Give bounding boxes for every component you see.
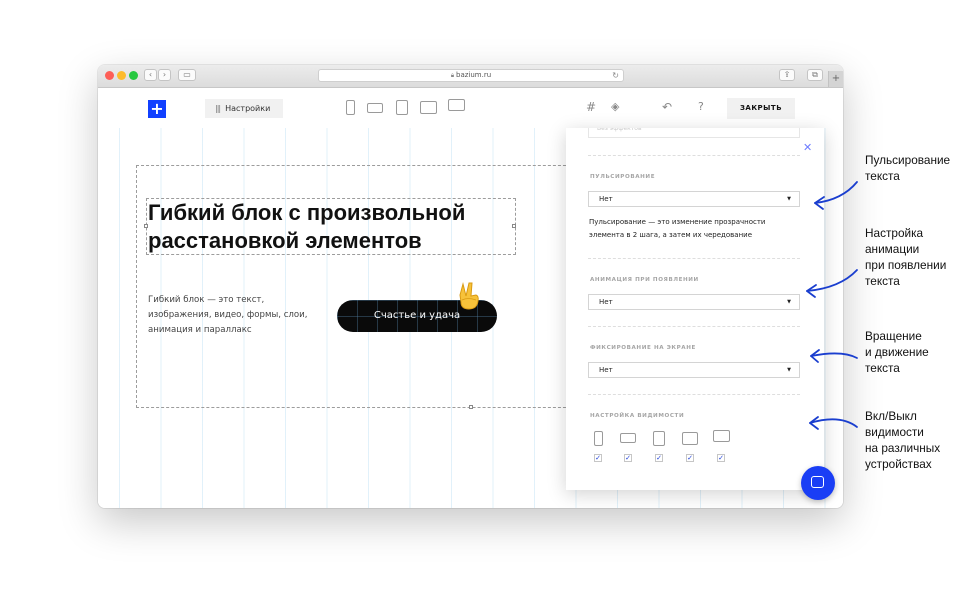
address-bar-url: bazium.ru xyxy=(456,71,492,79)
window-zoom-dot[interactable] xyxy=(129,71,138,80)
phone-portrait-icon xyxy=(594,431,603,446)
phone-landscape-icon xyxy=(620,433,636,443)
window-minimize-dot[interactable] xyxy=(117,71,126,80)
body-text-line: изображения, видео, формы, слои, xyxy=(148,310,308,320)
tabs-overview-icon[interactable]: ⧉ xyxy=(807,69,823,81)
resize-handle[interactable] xyxy=(469,405,473,409)
pulse-select-value: Нет xyxy=(599,195,613,203)
victory-hand-icon xyxy=(459,282,479,310)
visibility-checkbox-phone-portrait[interactable]: ✓ xyxy=(594,454,602,462)
reload-icon[interactable]: ↻ xyxy=(612,70,619,81)
annotation-line: анимации xyxy=(865,242,920,256)
visibility-checkbox-desktop[interactable]: ✓ xyxy=(717,454,725,462)
back-arrow-icon[interactable]: ‹ xyxy=(144,69,157,81)
chat-icon xyxy=(811,476,824,488)
annotation-line: при появлении xyxy=(865,258,947,272)
animation-settings-panel: Без эффектов ✕ ПУЛЬСИРОВАНИЕ Нет ▼ Пульс… xyxy=(566,128,824,490)
editor-toolbar: + ||| Настройки # ◈ ↶ ? ЗАКРЫТЬ xyxy=(98,88,843,128)
effects-select[interactable]: Без эффектов xyxy=(588,128,800,138)
pulse-description-line: элемента в 2 шага, а затем их чередовани… xyxy=(589,231,753,239)
window-close-dot[interactable] xyxy=(105,71,114,80)
fixed-on-screen-select-value: Нет xyxy=(599,366,613,374)
annotation-line: на различных xyxy=(865,441,941,455)
visibility-label: НАСТРОЙКА ВИДИМОСТИ xyxy=(590,413,685,419)
browser-titlebar: ‹ › ▭ 🔒︎ bazium.ru ↻ ⇪ ⧉ + xyxy=(98,65,843,88)
phone-landscape-icon[interactable] xyxy=(367,103,383,113)
tablet-landscape-icon[interactable] xyxy=(420,101,437,114)
fixed-on-screen-label: ФИКСИРОВАНИЕ НА ЭКРАНЕ xyxy=(590,345,696,351)
close-icon[interactable]: ✕ xyxy=(803,141,812,154)
phone-portrait-icon[interactable] xyxy=(346,100,355,115)
new-tab-button[interactable]: + xyxy=(828,71,843,87)
pulse-description-line: Пульсирование — это изменение прозрачнос… xyxy=(589,218,766,226)
divider xyxy=(588,258,800,259)
annotation-line: текста xyxy=(865,274,900,288)
share-icon[interactable]: ⇪ xyxy=(779,69,795,81)
grid-icon[interactable]: # xyxy=(586,100,596,114)
lock-icon: 🔒︎ xyxy=(450,72,455,79)
sidebar-toggle-icon[interactable]: ▭ xyxy=(178,69,196,81)
tablet-portrait-icon xyxy=(653,431,665,446)
undo-icon[interactable]: ↶ xyxy=(662,100,672,114)
pulse-description: Пульсирование — это изменение прозрачнос… xyxy=(589,216,794,242)
appear-animation-select[interactable]: Нет ▼ xyxy=(588,294,800,310)
dropdown-arrow-icon: ▼ xyxy=(787,299,791,305)
visibility-checkbox-tablet-portrait[interactable]: ✓ xyxy=(655,454,663,462)
pulse-select[interactable]: Нет ▼ xyxy=(588,191,800,207)
annotation-line: текста xyxy=(865,169,900,183)
add-element-button[interactable]: + xyxy=(148,100,166,118)
desktop-icon[interactable] xyxy=(448,99,465,111)
dropdown-arrow-icon: ▼ xyxy=(787,367,791,373)
help-icon[interactable]: ? xyxy=(698,100,704,113)
block-body-text[interactable]: Гибкий блок — это текст, изображения, ви… xyxy=(148,293,328,338)
body-text-line: Гибкий блок — это текст, xyxy=(148,295,265,305)
annotation-line: и движение xyxy=(865,345,929,359)
divider xyxy=(588,326,800,327)
divider xyxy=(588,394,800,395)
close-button[interactable]: ЗАКРЫТЬ xyxy=(727,98,795,119)
visibility-checkbox-phone-landscape[interactable]: ✓ xyxy=(624,454,632,462)
annotation-line: устройствах xyxy=(865,457,932,471)
pulse-label: ПУЛЬСИРОВАНИЕ xyxy=(590,174,656,180)
annotation-line: Вкл/Выкл xyxy=(865,409,917,423)
annotation-rotation: Вращение и движение текста xyxy=(865,328,929,376)
layers-icon[interactable]: ◈ xyxy=(611,100,619,113)
annotation-line: Настройка xyxy=(865,226,924,240)
body-text-line: анимация и параллакс xyxy=(148,325,252,335)
visibility-checkbox-tablet-landscape[interactable]: ✓ xyxy=(686,454,694,462)
appear-animation-select-value: Нет xyxy=(599,298,613,306)
settings-button-label: Настройки xyxy=(225,104,271,113)
desktop-icon xyxy=(713,430,730,442)
sliders-icon: ||| xyxy=(215,104,221,113)
divider xyxy=(588,155,800,156)
annotation-line: Пульсирование xyxy=(865,153,951,167)
tablet-landscape-icon xyxy=(682,432,698,445)
annotation-appear-animation: Настройка анимации при появлении текста xyxy=(865,225,946,289)
chat-support-button[interactable] xyxy=(801,466,835,500)
settings-button[interactable]: ||| Настройки xyxy=(205,99,283,118)
annotation-line: Вращение xyxy=(865,329,922,343)
browser-window: ‹ › ▭ 🔒︎ bazium.ru ↻ ⇪ ⧉ + + ||| Настройки… xyxy=(98,65,843,508)
annotation-pulse: Пульсирование текста xyxy=(865,152,950,184)
forward-arrow-icon[interactable]: › xyxy=(158,69,171,81)
annotation-line: видимости xyxy=(865,425,924,439)
annotation-line: текста xyxy=(865,361,900,375)
address-bar[interactable]: 🔒︎ bazium.ru ↻ xyxy=(318,69,624,82)
fixed-on-screen-select[interactable]: Нет ▼ xyxy=(588,362,800,378)
block-heading[interactable]: Гибкий блок с произвольной расстановкой … xyxy=(148,199,518,255)
dropdown-arrow-icon: ▼ xyxy=(787,196,791,202)
appear-animation-label: АНИМАЦИЯ ПРИ ПОЯВЛЕНИИ xyxy=(590,277,699,283)
tablet-portrait-icon[interactable] xyxy=(396,100,408,115)
annotation-visibility: Вкл/Выкл видимости на различных устройст… xyxy=(865,408,940,472)
